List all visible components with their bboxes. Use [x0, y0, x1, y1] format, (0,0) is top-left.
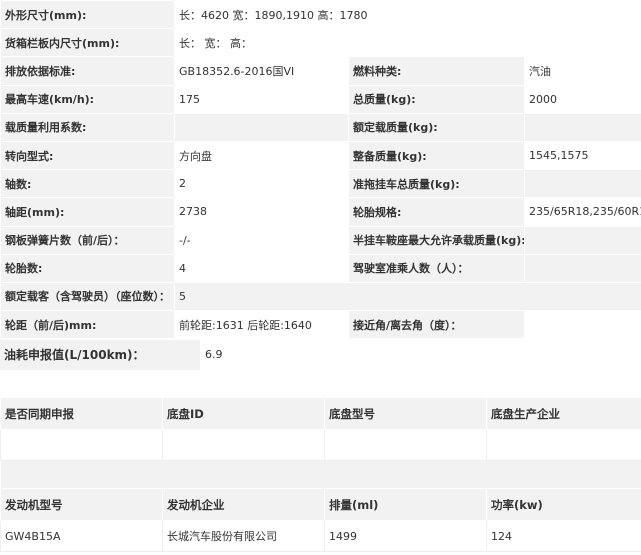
- spec-label: 总质量(kg):: [348, 84, 525, 114]
- spec-label: 轴数:: [0, 169, 175, 199]
- spec-label: 接近角/离去角（度）：: [348, 310, 525, 340]
- spec-label: 轮胎数:: [0, 253, 175, 283]
- spec-label: 最高车速(km/h):: [0, 84, 175, 114]
- spec-label: 货箱栏板内尺寸(mm):: [0, 28, 175, 58]
- divider-cell: [0, 460, 641, 489]
- spec-value: [523, 225, 641, 255]
- spec-table: 外形尺寸(mm): 长：4620 宽：1890,1910 高：1780 货箱栏板…: [0, 0, 641, 340]
- spec-label: 燃料种类:: [348, 56, 525, 86]
- column-header: 底盘型号: [324, 397, 487, 430]
- spec-label: 半挂车鞍座最大允许承载质量(kg):: [348, 225, 525, 255]
- fuel-consumption-value: 6.9: [205, 348, 223, 361]
- table-cell: [486, 429, 641, 461]
- engine-model-cell: GW4B15A: [0, 520, 163, 552]
- vehicle-spec-page: 外形尺寸(mm): 长：4620 宽：1890,1910 高：1780 货箱栏板…: [0, 0, 641, 555]
- engine-header-row: 发动机型号 发动机企业 排量(ml) 功率(kw): [0, 488, 641, 521]
- spec-value: 1545,1575: [523, 140, 641, 171]
- spec-value: [523, 169, 641, 199]
- table-cell: [0, 429, 163, 461]
- spec-value: 汽油: [523, 56, 641, 86]
- spec-row-load-factor: 载质量利用系数: 额定载质量(kg):: [0, 112, 641, 142]
- displacement-cell: 1499: [324, 520, 487, 552]
- spec-value: 长： 宽： 高：: [173, 28, 641, 58]
- spec-value: 4: [174, 253, 349, 283]
- spec-value: 175: [174, 84, 349, 114]
- column-header: 是否同期申报: [0, 397, 163, 430]
- spec-row-wheelbase: 轴距(mm): 2738 轮胎规格: 235/65R18,235/60R19: [0, 197, 641, 227]
- spec-value: 2: [174, 169, 349, 199]
- spec-label: 轮距（前/后)mm:: [0, 310, 175, 340]
- spec-value: 长：4620 宽：1890,1910 高：1780: [173, 0, 641, 30]
- chassis-table: 是否同期申报 底盘ID 底盘型号 底盘生产企业: [0, 397, 641, 489]
- spec-value: [523, 253, 641, 283]
- spec-row-steering: 转向型式: 方向盘 整备质量(kg): 1545,1575: [0, 140, 641, 171]
- spec-label: 排放依据标准:: [0, 56, 175, 86]
- spec-row-axles: 轴数: 2 准拖挂车总质量(kg):: [0, 169, 641, 199]
- spec-value: 235/65R18,235/60R19: [523, 197, 641, 227]
- table-cell: [162, 429, 325, 461]
- spec-label: 钢板弹簧片数（前/后）：: [0, 225, 175, 255]
- spec-value: 5: [173, 281, 641, 312]
- spec-value: 2000: [523, 84, 641, 114]
- spec-value: [523, 112, 641, 142]
- spec-row-track: 轮距（前/后)mm: 前轮距:1631 后轮距:1640 接近角/离去角（度）：: [0, 310, 641, 340]
- spec-value: [523, 310, 641, 340]
- fuel-consumption-label: 油耗申报值(L/100km)：: [0, 340, 200, 370]
- spec-label: 额定载客（含驾驶员）（座位数）：: [0, 281, 175, 312]
- power-cell: 124: [486, 520, 641, 552]
- spec-value: [174, 112, 349, 142]
- column-header: 底盘生产企业: [486, 397, 641, 430]
- spec-label: 额定载质量(kg):: [348, 112, 525, 142]
- column-header: 排量(ml): [324, 488, 487, 521]
- column-header: 底盘ID: [162, 397, 325, 430]
- chassis-data-row: [0, 429, 641, 461]
- spec-label: 外形尺寸(mm):: [0, 0, 175, 30]
- spec-row-seats: 额定载客（含驾驶员）（座位数）： 5: [0, 281, 641, 312]
- fuel-consumption-row: 油耗申报值(L/100km)： 6.9: [0, 340, 641, 370]
- spec-row-emission: 排放依据标准: GB18352.6-2016国VI 燃料种类: 汽油: [0, 56, 641, 86]
- column-header: 功率(kw): [486, 488, 641, 521]
- spec-label: 轴距(mm):: [0, 197, 175, 227]
- table-cell: [324, 429, 487, 461]
- engine-maker-cell: 长城汽车股份有限公司: [162, 520, 325, 552]
- spec-label: 轮胎规格:: [348, 197, 525, 227]
- spec-row-tires: 轮胎数: 4 驾驶室准乘人数（人）：: [0, 253, 641, 283]
- spec-row-speed: 最高车速(km/h): 175 总质量(kg): 2000: [0, 84, 641, 114]
- spec-value: GB18352.6-2016国VI: [174, 56, 349, 86]
- spec-label: 转向型式:: [0, 140, 175, 171]
- column-header: 发动机企业: [162, 488, 325, 521]
- spec-label: 整备质量(kg):: [348, 140, 525, 171]
- section-divider: [0, 460, 641, 489]
- engine-data-row: GW4B15A 长城汽车股份有限公司 1499 124: [0, 520, 641, 552]
- column-header: 发动机型号: [0, 488, 163, 521]
- spec-value: -/-: [174, 225, 349, 255]
- spec-value: 2738: [174, 197, 349, 227]
- spec-row-cargo-box: 货箱栏板内尺寸(mm): 长： 宽： 高：: [0, 28, 641, 58]
- spec-label: 载质量利用系数:: [0, 112, 175, 142]
- spec-label: 准拖挂车总质量(kg):: [348, 169, 525, 199]
- chassis-header-row: 是否同期申报 底盘ID 底盘型号 底盘生产企业: [0, 397, 641, 430]
- spec-row-dimensions: 外形尺寸(mm): 长：4620 宽：1890,1910 高：1780: [0, 0, 641, 30]
- spec-value: 前轮距:1631 后轮距:1640: [174, 310, 349, 340]
- spec-value: 方向盘: [174, 140, 349, 171]
- spec-label: 驾驶室准乘人数（人）：: [348, 253, 525, 283]
- engine-table: 发动机型号 发动机企业 排量(ml) 功率(kw) GW4B15A 长城汽车股份…: [0, 488, 641, 552]
- spec-row-leaf-springs: 钢板弹簧片数（前/后）： -/- 半挂车鞍座最大允许承载质量(kg):: [0, 225, 641, 255]
